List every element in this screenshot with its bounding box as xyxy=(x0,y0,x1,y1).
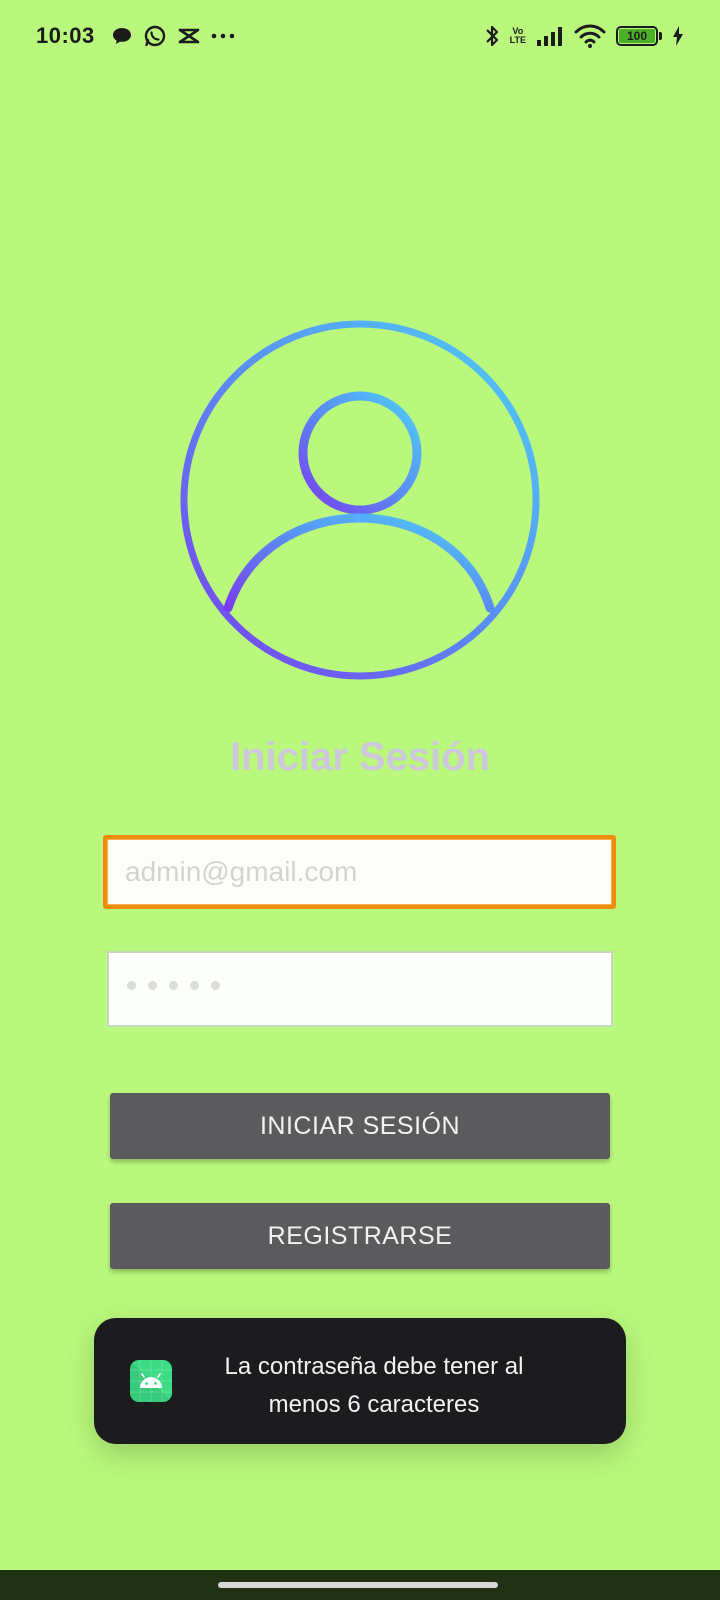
toast-text: La contraseña debe tener al menos 6 cara… xyxy=(204,1348,544,1424)
more-notifications-icon xyxy=(211,32,235,40)
status-right: Vo LTE 100 xyxy=(484,18,684,54)
toast-message: La contraseña debe tener al menos 6 cara… xyxy=(94,1318,626,1444)
password-hint-dots xyxy=(127,981,220,990)
volte-bottom-label: LTE xyxy=(509,35,526,45)
user-avatar-icon xyxy=(180,320,540,680)
register-button[interactable]: REGISTRARSE xyxy=(110,1203,610,1269)
battery-level: 100 xyxy=(619,29,655,43)
status-left: 10:03 xyxy=(36,18,235,54)
email-field[interactable] xyxy=(103,835,616,909)
charging-icon xyxy=(672,26,684,46)
toast-line-1: La contraseña debe tener al xyxy=(224,1353,524,1380)
capcut-icon xyxy=(177,25,201,47)
home-indicator[interactable] xyxy=(218,1582,498,1588)
whatsapp-icon xyxy=(143,24,167,48)
wifi-icon xyxy=(574,24,606,48)
toast-line-2: menos 6 caracteres xyxy=(268,1391,480,1418)
signal-icon xyxy=(536,25,564,47)
status-time: 10:03 xyxy=(36,23,95,48)
volte-icon: Vo LTE xyxy=(510,27,526,45)
chat-bubble-icon xyxy=(111,25,133,47)
navigation-bar xyxy=(0,1570,720,1600)
page-title: Iniciar Sesión xyxy=(229,735,491,779)
login-button[interactable]: INICIAR SESIÓN xyxy=(110,1093,610,1159)
bluetooth-icon xyxy=(484,23,500,49)
status-bar: 10:03 Vo LTE 100 xyxy=(0,0,720,72)
battery-icon: 100 xyxy=(616,26,662,46)
android-app-icon xyxy=(130,1360,172,1402)
